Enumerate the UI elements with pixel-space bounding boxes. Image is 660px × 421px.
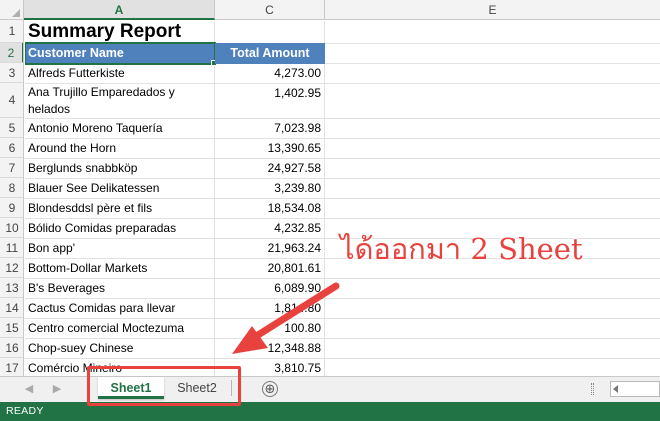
cell-customer[interactable]: Around the Horn <box>25 139 214 158</box>
cell-total[interactable]: 3,810.75 <box>215 359 324 376</box>
row-header[interactable]: 16 <box>0 338 23 358</box>
cell-customer[interactable]: Blauer See Delikatessen <box>25 179 214 198</box>
row-header[interactable]: 14 <box>0 298 23 318</box>
scroll-left-icon[interactable] <box>613 385 618 393</box>
column-header-a[interactable]: A <box>24 0 215 20</box>
cell-customer[interactable]: Bólido Comidas preparadas <box>25 219 214 238</box>
triangle-left-icon[interactable]: ◀ <box>22 382 36 396</box>
column-header-e[interactable]: E <box>325 0 660 20</box>
cell-customer[interactable]: Blondesddsl père et fils <box>25 199 214 218</box>
column-header-bar: A C E <box>0 0 660 20</box>
row-header[interactable]: 3 <box>0 63 23 83</box>
horizontal-scrollbar[interactable] <box>610 381 660 397</box>
select-all-corner[interactable] <box>0 0 24 20</box>
row-header[interactable]: 11 <box>0 238 23 258</box>
header-customer-name[interactable]: Customer Name <box>25 42 216 65</box>
cell-customer[interactable]: B's Beverages <box>25 279 214 298</box>
cell-total[interactable]: 1,402.95 <box>215 84 324 103</box>
row-header[interactable]: 10 <box>0 218 23 238</box>
row-header[interactable]: 2 <box>0 43 23 63</box>
row-header[interactable]: 1 <box>0 20 23 43</box>
cell-total[interactable]: 21,963.24 <box>215 239 324 258</box>
cell-customer[interactable]: Cactus Comidas para llevar <box>25 299 214 318</box>
tab-sheet2[interactable]: Sheet2 <box>164 377 230 399</box>
triangle-right-icon[interactable]: ▶ <box>50 382 64 396</box>
row-header[interactable]: 17 <box>0 358 23 376</box>
row-header[interactable]: 12 <box>0 258 23 278</box>
annotation-text: ได้ออกมา 2 Sheet <box>340 232 583 266</box>
cell-total[interactable]: 3,239.80 <box>215 179 324 198</box>
cell-total[interactable]: 24,927.58 <box>215 159 324 178</box>
scroll-split-handle[interactable] <box>591 383 594 395</box>
status-bar: READY <box>0 402 660 421</box>
report-title[interactable]: Summary Report <box>25 21 325 43</box>
cell-customer[interactable]: Antonio Moreno Taquería <box>25 119 214 138</box>
cell-total[interactable]: 1,814.80 <box>215 299 324 318</box>
row-header[interactable]: 6 <box>0 138 23 158</box>
row-header[interactable]: 5 <box>0 118 23 138</box>
cell-customer[interactable]: Bon app' <box>25 239 214 258</box>
cell-customer[interactable]: Berglunds snabbköp <box>25 159 214 178</box>
cell-total[interactable]: 4,273.00 <box>215 64 324 83</box>
row-header[interactable]: 8 <box>0 178 23 198</box>
tab-sheet1[interactable]: Sheet1 <box>98 377 164 399</box>
row-header[interactable]: 13 <box>0 278 23 298</box>
cell-total[interactable]: 7,023.98 <box>215 119 324 138</box>
row-header[interactable]: 4 <box>0 83 23 118</box>
cell-customer[interactable]: Bottom-Dollar Markets <box>25 259 214 278</box>
cell-total[interactable]: 12,348.88 <box>215 339 324 358</box>
cell-customer[interactable]: Alfreds Futterkiste <box>25 64 214 83</box>
cell-customer[interactable]: Centro comercial Moctezuma <box>25 319 214 338</box>
row-header[interactable]: 9 <box>0 198 23 218</box>
row-header-bar: 1 2 3 4 5 6 7 8 9 10 11 12 13 14 15 16 1… <box>0 20 24 376</box>
header-total-amount[interactable]: Total Amount <box>215 43 325 64</box>
status-text: READY <box>6 405 44 417</box>
cell-total[interactable]: 6,089.90 <box>215 279 324 298</box>
cell-total[interactable]: 18,534.08 <box>215 199 324 218</box>
tab-divider <box>231 380 232 396</box>
column-header-c[interactable]: C <box>215 0 325 20</box>
row-header[interactable]: 7 <box>0 158 23 178</box>
sheet-tab-bar: ◀ ▶ Sheet1 Sheet2 ⊕ <box>0 376 660 402</box>
cell-total[interactable]: 100.80 <box>215 319 324 338</box>
cell-customer[interactable]: Ana Trujillo Emparedados y helados <box>25 84 214 118</box>
cell-total[interactable]: 13,390.65 <box>215 139 324 158</box>
cell-total[interactable]: 4,232.85 <box>215 219 324 238</box>
row-header[interactable]: 15 <box>0 318 23 338</box>
cell-grid[interactable]: Summary Report Customer Name Total Amoun… <box>25 21 660 376</box>
cell-total[interactable]: 20,801.61 <box>215 259 324 278</box>
cell-customer[interactable]: Comércio Mineiro <box>25 359 214 376</box>
cell-customer[interactable]: Chop-suey Chinese <box>25 339 214 358</box>
plus-circle-icon[interactable]: ⊕ <box>262 381 278 397</box>
